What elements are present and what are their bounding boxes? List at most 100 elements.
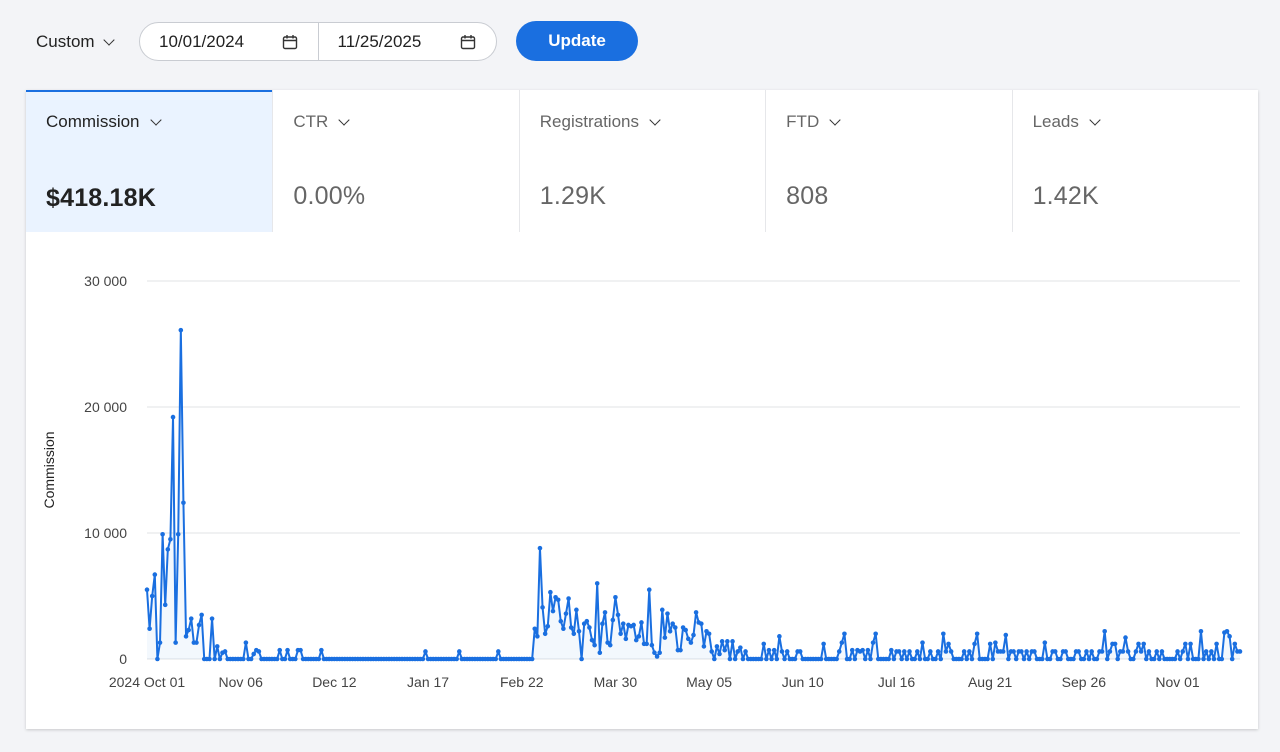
data-point (993, 640, 998, 645)
data-point (672, 625, 678, 630)
data-point (834, 656, 839, 662)
data-point (298, 647, 303, 653)
chevron-down-icon[interactable] (149, 113, 162, 126)
data-point (561, 626, 566, 632)
data-point (147, 626, 152, 632)
data-point (1094, 656, 1100, 662)
data-point (1006, 656, 1011, 662)
data-point (243, 640, 249, 645)
data-point (670, 621, 675, 627)
x-tick-label: Feb 22 (500, 674, 544, 690)
data-point (1144, 656, 1149, 662)
data-point (779, 649, 785, 654)
data-point (1042, 640, 1048, 645)
data-point (974, 631, 980, 637)
metric-tab-leads[interactable]: Leads 1.42K (1011, 90, 1258, 232)
data-point (222, 649, 228, 654)
data-point (1039, 656, 1045, 662)
data-point (738, 645, 743, 650)
data-point (699, 621, 704, 627)
data-point (719, 639, 725, 644)
chevron-down-icon[interactable] (649, 113, 661, 126)
data-point (1076, 649, 1081, 654)
metric-value: 1.42K (1032, 182, 1099, 210)
metric-tab-ftd[interactable]: FTD 808 (765, 90, 1011, 232)
data-point (1214, 641, 1219, 647)
data-point (717, 651, 722, 657)
x-tick-label: Jan 17 (407, 674, 449, 690)
update-button[interactable]: Update (516, 21, 638, 61)
end-date-field[interactable]: 11/25/2025 (317, 23, 497, 60)
data-point (915, 649, 920, 654)
start-date-value: 10/01/2024 (159, 31, 245, 51)
data-point (849, 647, 855, 653)
metric-label-row: Commission (46, 112, 272, 132)
data-point (566, 596, 571, 601)
data-point (852, 656, 858, 662)
data-point (144, 587, 150, 592)
data-point (667, 628, 673, 634)
data-point (240, 656, 246, 662)
data-point (1141, 641, 1147, 647)
data-point (600, 621, 605, 627)
data-point (594, 581, 600, 586)
data-point (758, 656, 764, 662)
data-point (725, 639, 730, 644)
data-point (730, 639, 735, 644)
start-date-field[interactable]: 10/01/2024 (140, 23, 318, 60)
data-point (654, 654, 660, 659)
data-point (1175, 649, 1180, 654)
data-point (740, 656, 746, 662)
data-point (1154, 649, 1160, 654)
data-point (274, 656, 280, 662)
data-point (579, 656, 584, 662)
data-point (652, 650, 657, 655)
date-range-select[interactable]: Custom (36, 24, 115, 60)
data-point (597, 650, 603, 655)
data-point (769, 656, 774, 662)
data-point (587, 625, 592, 630)
data-point (1089, 649, 1094, 654)
data-point (771, 647, 777, 653)
data-point (938, 656, 944, 662)
metric-tab-ctr[interactable]: CTR 0.00% (272, 90, 518, 232)
data-point (1180, 649, 1186, 654)
data-point (1125, 649, 1131, 654)
data-point (1071, 656, 1076, 662)
data-point (928, 649, 933, 654)
data-point (1159, 649, 1165, 654)
data-point (537, 545, 543, 551)
x-tick-label: Dec 12 (312, 674, 357, 690)
metric-label: Commission (46, 112, 140, 131)
chevron-down-icon[interactable] (338, 113, 351, 126)
data-point (969, 656, 975, 662)
data-point (1047, 656, 1053, 662)
calendar-icon (282, 34, 297, 49)
metric-label: Leads (1032, 112, 1079, 131)
data-point (540, 605, 545, 610)
data-point (1211, 656, 1217, 662)
data-point (691, 632, 696, 638)
data-point (948, 649, 954, 654)
metric-tab-commission[interactable]: Commission $418.18K (26, 90, 273, 232)
data-point (782, 656, 787, 662)
data-point (607, 642, 613, 648)
data-point (282, 656, 288, 662)
data-point (764, 656, 769, 662)
chevron-down-icon[interactable] (1089, 113, 1101, 126)
data-point (149, 593, 155, 599)
y-tick-label: 20 000 (84, 399, 127, 415)
data-point (1224, 628, 1230, 634)
data-point (636, 634, 642, 639)
data-point (662, 635, 668, 640)
x-tick-label: Nov 01 (1155, 674, 1200, 690)
data-point (615, 612, 621, 618)
data-point (277, 647, 283, 653)
chevron-down-icon[interactable] (829, 113, 841, 126)
data-point (990, 656, 996, 662)
data-point (1232, 641, 1238, 647)
date-range-picker: 10/01/2024 11/25/2025 (139, 22, 497, 61)
series-area (147, 330, 1240, 659)
metric-tab-registrations[interactable]: Registrations 1.29K (518, 90, 765, 232)
data-point (946, 641, 951, 647)
